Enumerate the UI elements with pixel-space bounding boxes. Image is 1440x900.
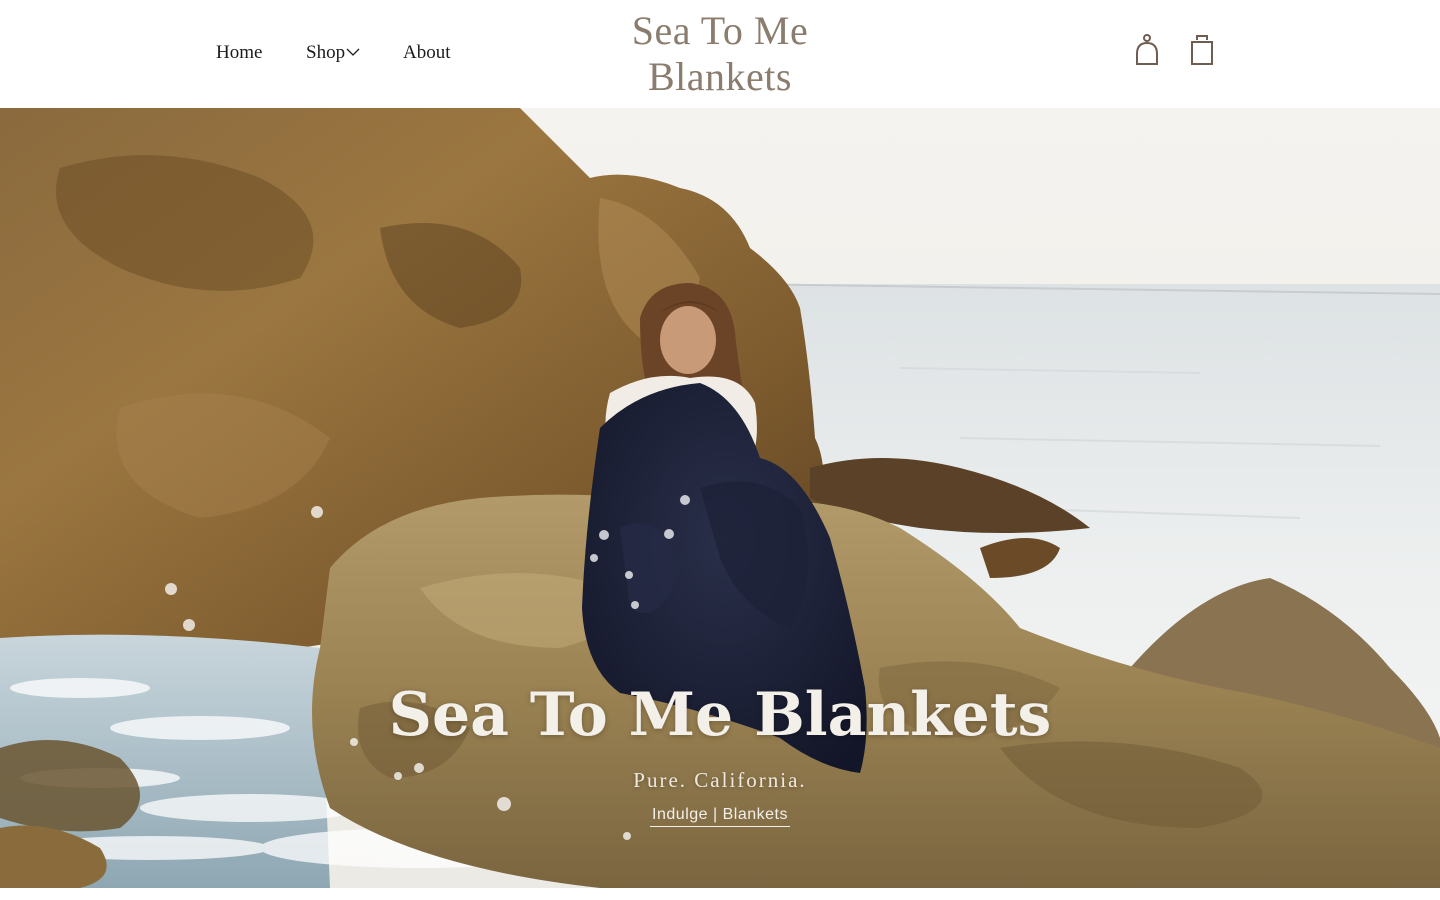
site-logo[interactable]: Sea To Me Blankets — [570, 8, 870, 100]
account-icon[interactable] — [1133, 32, 1161, 73]
logo-line-2: Blankets — [648, 54, 792, 99]
shopping-bag-icon[interactable] — [1188, 32, 1216, 73]
page-bottom-strip — [0, 888, 1440, 900]
logo-line-1: Sea To Me — [631, 8, 809, 53]
nav-home[interactable]: Home — [216, 42, 262, 64]
hero-title: Sea To Me Blankets — [388, 680, 1052, 750]
nav-shop-label: Shop — [306, 42, 346, 63]
chevron-down-icon — [346, 48, 360, 57]
hero-banner: Sea To Me Blankets Pure. California. Ind… — [0, 108, 1440, 888]
hero-cta-link[interactable]: Indulge | Blankets — [650, 806, 790, 827]
nav-about[interactable]: About — [403, 42, 451, 64]
site-header: Home Shop About Sea To Me Blankets — [0, 0, 1440, 108]
hero-subtitle: Pure. California. — [633, 768, 807, 792]
nav-shop[interactable]: Shop — [306, 42, 360, 64]
